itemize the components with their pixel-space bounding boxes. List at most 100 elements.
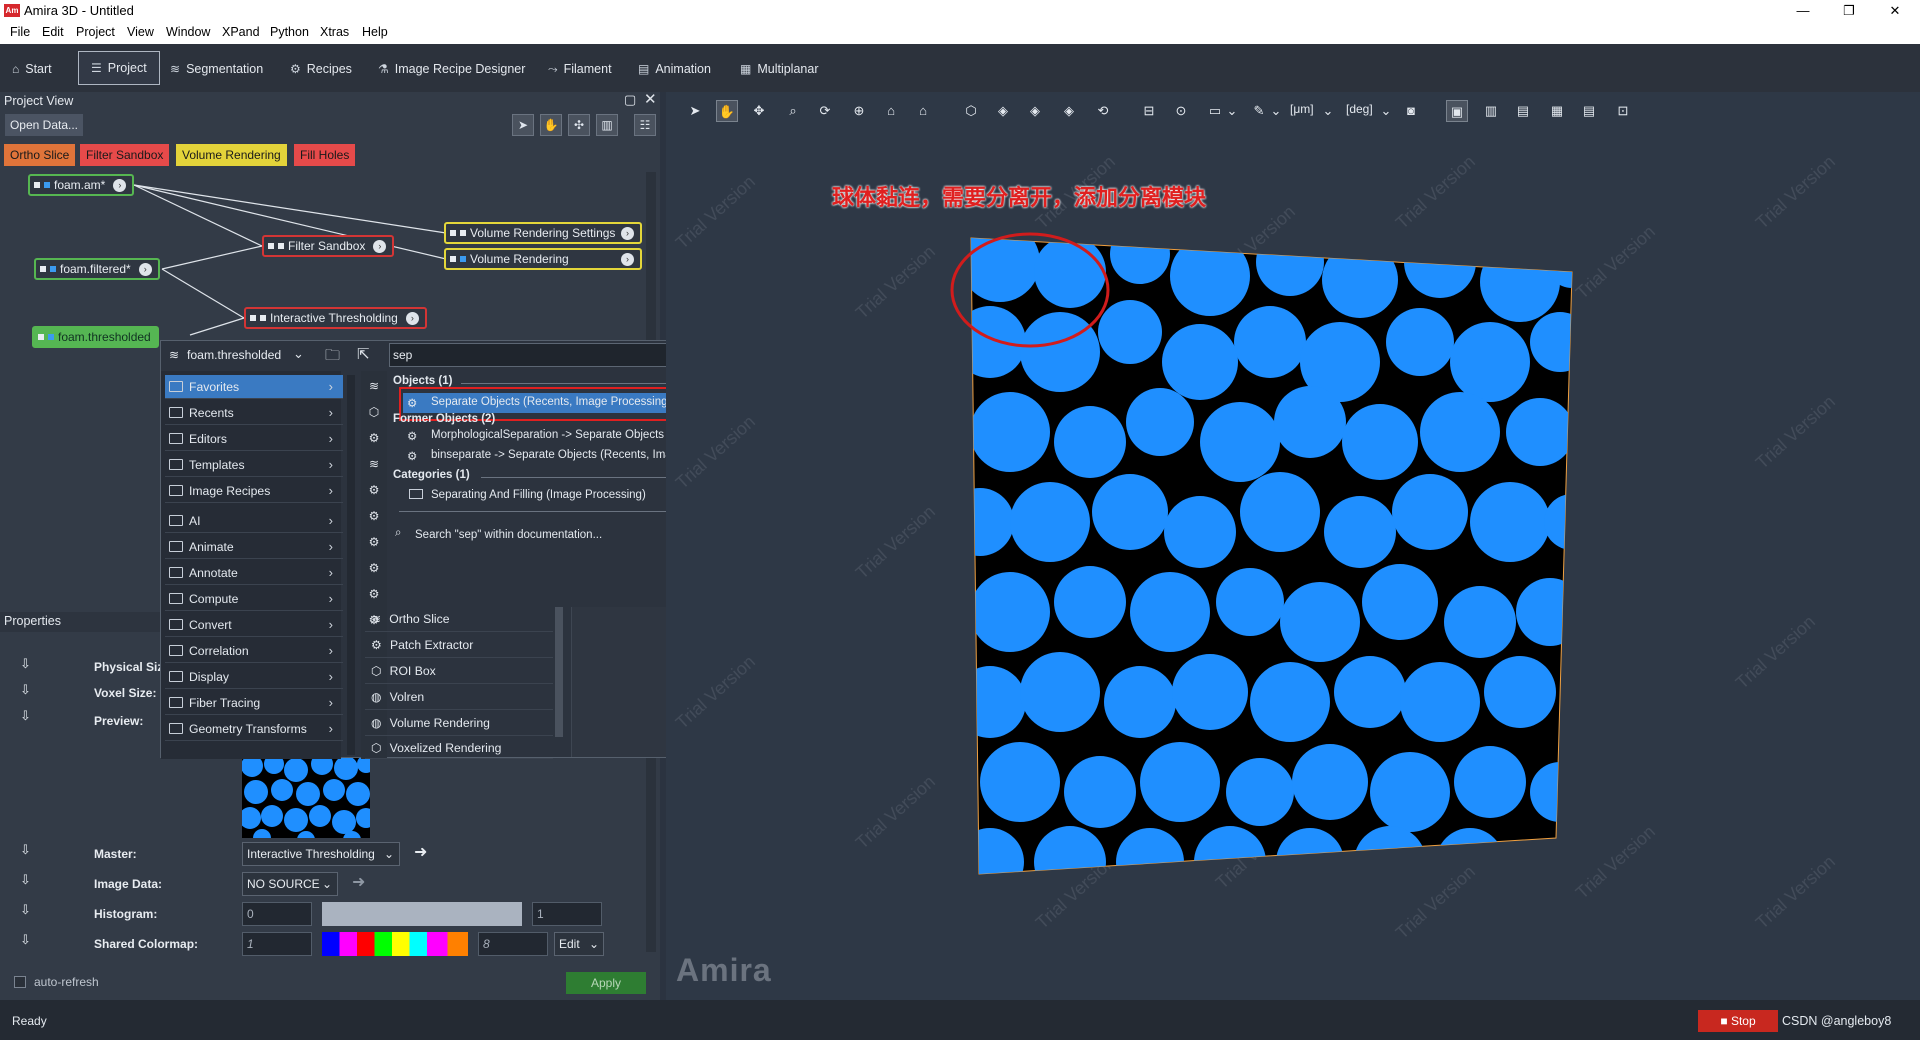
home-view-icon[interactable]: ⌂ xyxy=(880,100,902,122)
target-icon[interactable]: ⊕ xyxy=(848,100,870,122)
node-volume-rendering[interactable]: Volume Rendering › xyxy=(444,248,642,270)
workroom-segmentation[interactable]: ≋ Segmentation xyxy=(170,58,263,80)
pin-icon[interactable]: ⇩ xyxy=(20,682,31,698)
quick-filter-sandbox[interactable]: Filter Sandbox xyxy=(80,144,170,166)
workroom-multiplanar[interactable]: ▦ Multiplanar xyxy=(740,58,818,80)
category-display[interactable]: Display › xyxy=(165,665,343,689)
view-z-icon[interactable]: ◈ xyxy=(1058,100,1080,122)
category-fiber-tracing[interactable]: Fiber Tracing › xyxy=(165,691,343,715)
pin-icon[interactable]: ⇩ xyxy=(20,932,31,948)
pointer-icon[interactable]: ➤ xyxy=(684,100,706,122)
chevron-down-icon[interactable]: ⌄ xyxy=(1322,100,1334,122)
layout-two-vertical-icon[interactable]: ▥ xyxy=(1480,100,1502,122)
colormap-min-field[interactable]: 1 xyxy=(242,932,312,956)
result-category-separating[interactable]: Separating And Filling (Image Processing… xyxy=(431,489,646,501)
node-foam-am[interactable]: foam.am* › xyxy=(28,174,135,196)
pin-icon[interactable]: ⇩ xyxy=(20,872,31,888)
node-interactive-thresholding[interactable]: Interactive Thresholding › xyxy=(244,307,427,329)
workroom-animation[interactable]: ▤ Animation xyxy=(638,58,711,80)
pin-icon[interactable]: ⇩ xyxy=(20,656,31,672)
node-vr-settings[interactable]: Volume Rendering Settings › xyxy=(444,222,642,244)
view-y-icon[interactable]: ◈ xyxy=(1024,100,1046,122)
menu-xpand[interactable]: XPand xyxy=(222,25,260,39)
workroom-image-recipe-designer[interactable]: ⚗ Image Recipe Designer xyxy=(378,58,525,80)
apply-button[interactable]: Apply xyxy=(566,972,646,994)
module-ortho-slice[interactable]: ≋ Ortho Slice xyxy=(365,607,553,632)
colormap-max-field[interactable]: 8 xyxy=(478,932,548,956)
menu-help[interactable]: Help xyxy=(362,25,388,39)
camera-icon[interactable]: ◙ xyxy=(1400,100,1422,122)
workroom-project[interactable]: ☰ Project xyxy=(78,51,160,85)
module-volren[interactable]: ◍ Volren xyxy=(365,685,553,710)
layout-tool-icon[interactable]: ▥ xyxy=(596,114,618,136)
menu-file[interactable]: File xyxy=(10,25,30,39)
category-correlation[interactable]: Correlation › xyxy=(165,639,343,663)
histogram-max-field[interactable]: 1 xyxy=(532,902,602,926)
workroom-filament[interactable]: ⤳ Filament xyxy=(548,58,612,80)
menu-project[interactable]: Project xyxy=(76,25,115,39)
category-favorites[interactable]: Favorites › xyxy=(165,375,343,399)
doc-search-link[interactable]: Search "sep" within documentation... xyxy=(415,529,602,541)
zoom-icon[interactable]: ⌕ xyxy=(782,100,804,122)
grid-tool-icon[interactable]: ✣ xyxy=(568,114,590,136)
category-templates[interactable]: Templates › xyxy=(165,453,343,477)
module-roi-box[interactable]: ⬡ ROI Box xyxy=(365,659,553,684)
category-convert[interactable]: Convert › xyxy=(165,613,343,637)
layout-settings-icon[interactable]: ⊡ xyxy=(1612,100,1634,122)
menu-xtras[interactable]: Xtras xyxy=(320,25,349,39)
category-animate[interactable]: Animate › xyxy=(165,535,343,559)
category-recents[interactable]: Recents › xyxy=(165,401,343,425)
master-select[interactable]: Interactive Thresholding ⌄ xyxy=(242,842,400,866)
auto-refresh-checkbox[interactable] xyxy=(14,976,26,988)
menu-window[interactable]: Window xyxy=(166,25,210,39)
probe-icon[interactable]: ✎ xyxy=(1248,100,1270,122)
menu-edit[interactable]: Edit xyxy=(42,25,64,39)
undock-icon[interactable]: ▢ xyxy=(624,92,636,108)
image-data-select[interactable]: NO SOURCE ⌄ xyxy=(242,872,338,896)
layout-two-horizontal-icon[interactable]: ▤ xyxy=(1512,100,1534,122)
workroom-recipes[interactable]: ⚙ Recipes xyxy=(290,58,352,80)
colormap-bar[interactable] xyxy=(322,932,468,956)
category-image-recipes[interactable]: Image Recipes › xyxy=(165,479,343,503)
node-foam-filtered[interactable]: foam.filtered* › xyxy=(34,258,160,280)
chevron-down-icon[interactable]: ⌄ xyxy=(1226,100,1238,122)
rotate-icon[interactable]: ⟳ xyxy=(814,100,836,122)
histogram-bar[interactable] xyxy=(322,902,522,926)
chevron-down-icon[interactable]: ⌄ xyxy=(1380,100,1392,122)
colormap-edit-button[interactable]: Edit ⌄ xyxy=(554,932,604,956)
maximize-icon[interactable]: ❐ xyxy=(1826,0,1872,22)
go-image-data-icon[interactable]: ➜ xyxy=(352,872,365,892)
category-scrollbar[interactable] xyxy=(347,375,355,755)
node-arrow-icon[interactable]: › xyxy=(373,239,387,253)
module-volume-rendering[interactable]: ◍ Volume Rendering xyxy=(365,711,553,736)
pick-icon[interactable]: ⊙ xyxy=(1170,100,1192,122)
menu-view[interactable]: View xyxy=(127,25,154,39)
category-geometry-transforms[interactable]: Geometry Transforms › xyxy=(165,717,343,741)
go-master-icon[interactable]: ➜ xyxy=(414,842,427,862)
node-arrow-icon[interactable]: › xyxy=(621,252,634,266)
units-um[interactable]: [μm] xyxy=(1290,102,1314,116)
category-ai[interactable]: AI › xyxy=(165,509,343,533)
chevron-down-icon[interactable]: ⌄ xyxy=(1270,100,1282,122)
move-icon[interactable]: ✥ xyxy=(748,100,770,122)
panel-close-icon[interactable]: ✕ xyxy=(644,90,657,108)
node-arrow-icon[interactable]: › xyxy=(113,178,127,192)
module-voxelized-rendering[interactable]: ⬡ Voxelized Rendering xyxy=(365,737,553,759)
layout-single-icon[interactable]: ▣ xyxy=(1446,100,1468,122)
workroom-start[interactable]: ⌂ Start xyxy=(12,58,52,80)
pin-icon[interactable]: ⇩ xyxy=(20,708,31,724)
node-foam-thresholded[interactable]: foam.thresholded xyxy=(32,326,159,348)
pin-icon[interactable]: ⇩ xyxy=(20,902,31,918)
category-annotate[interactable]: Annotate › xyxy=(165,561,343,585)
pin-icon[interactable]: ⇩ xyxy=(20,842,31,858)
layout-three-icon[interactable]: ▤ xyxy=(1578,100,1600,122)
export-icon[interactable]: ⇱ xyxy=(357,345,370,363)
open-data-button[interactable]: Open Data... xyxy=(5,114,83,136)
view-x-icon[interactable]: ◈ xyxy=(992,100,1014,122)
menu-python[interactable]: Python xyxy=(270,25,309,39)
folder-icon[interactable]: 🗀 xyxy=(325,345,340,370)
stop-button[interactable]: ■ Stop xyxy=(1698,1010,1778,1032)
hand-tool-icon[interactable]: ✋ xyxy=(540,114,562,136)
module-patch-extractor[interactable]: ⚙ Patch Extractor xyxy=(365,633,553,658)
rotate-view-icon[interactable]: ⟲ xyxy=(1092,100,1114,122)
